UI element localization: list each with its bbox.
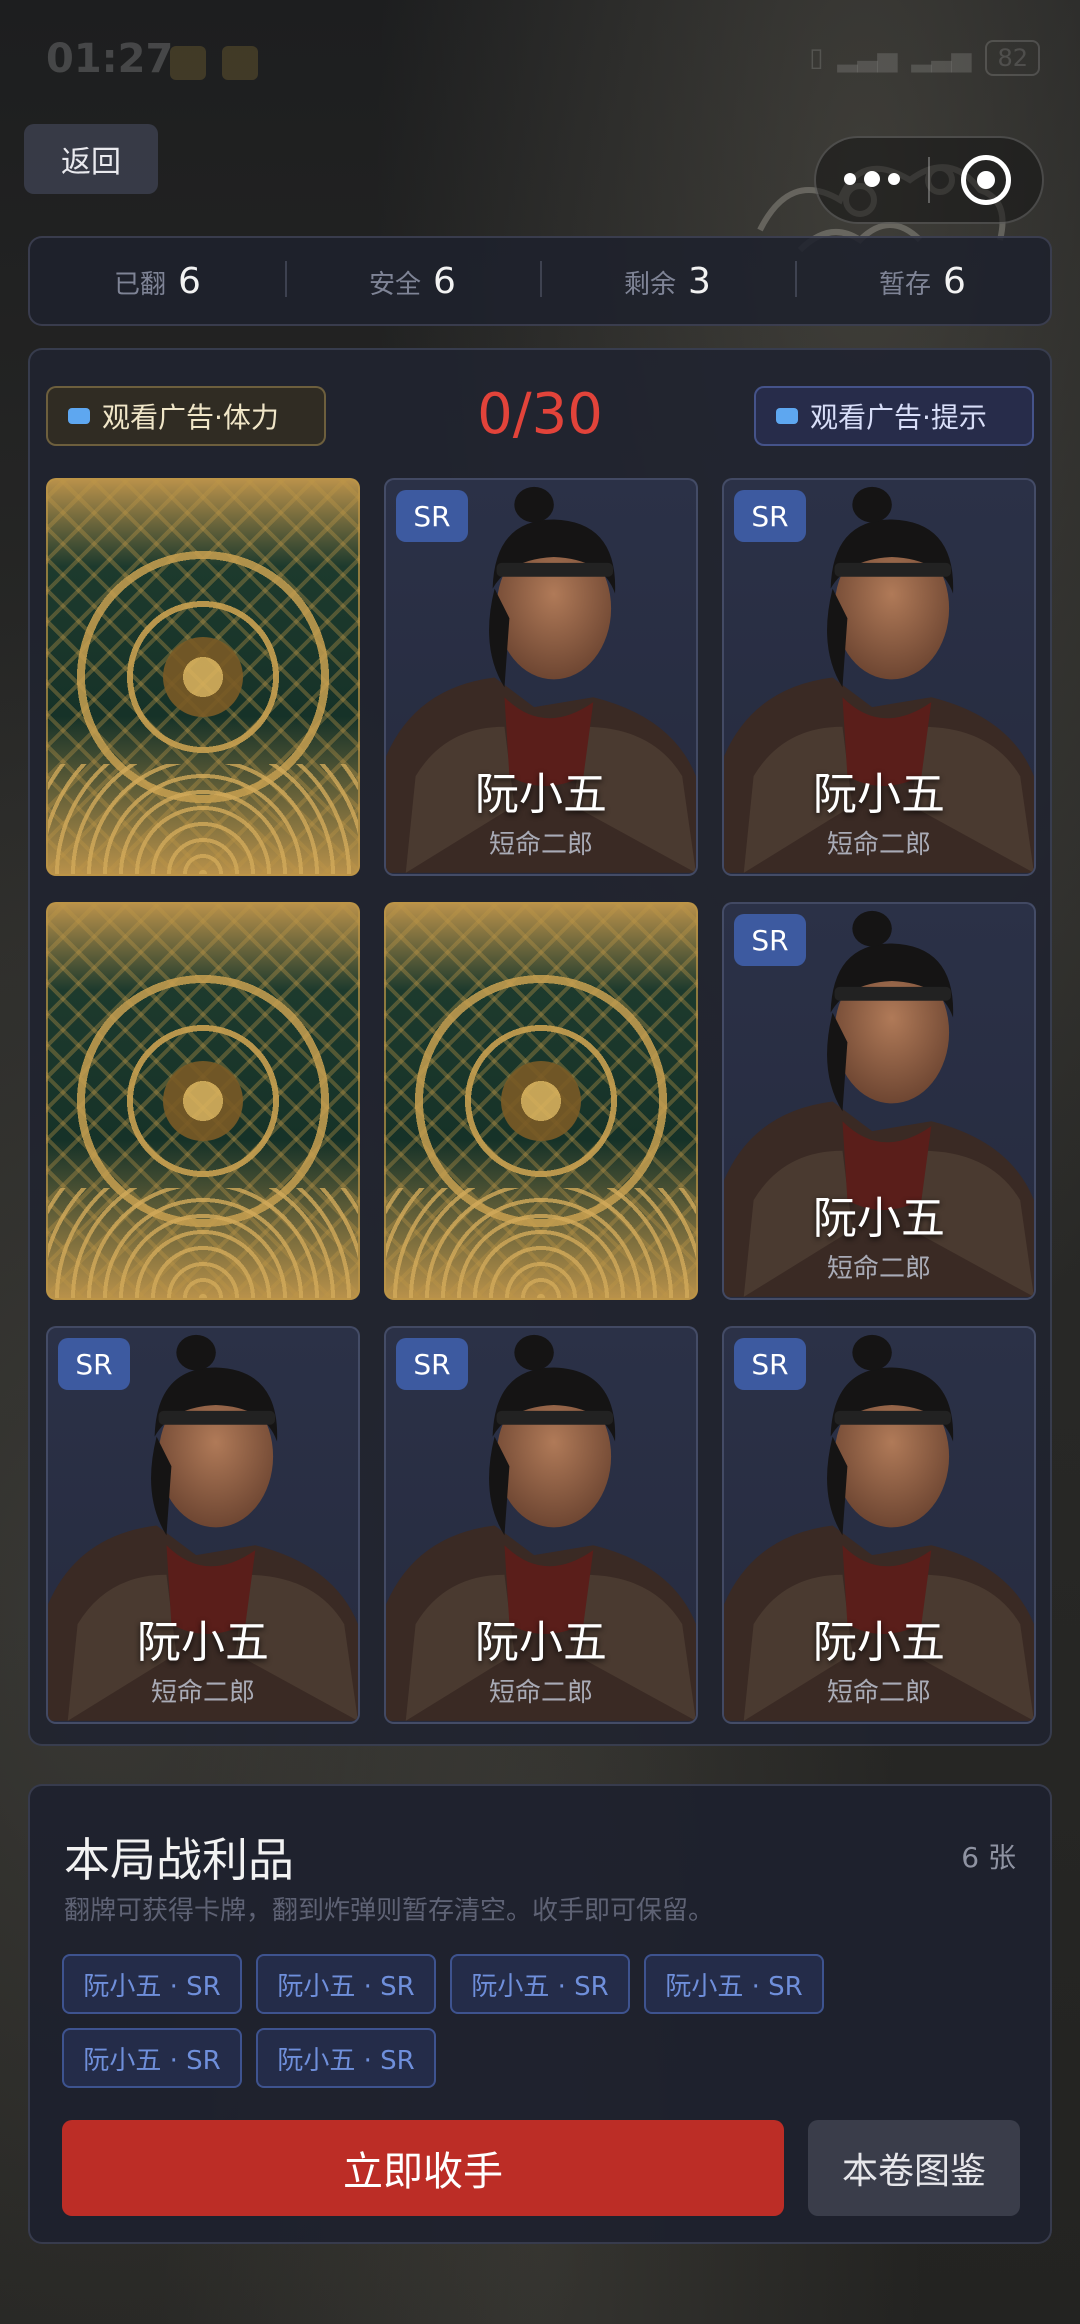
loot-items: 阮小五 · SR 阮小五 · SR 阮小五 · SR 阮小五 · SR 阮小五 · SR… bbox=[62, 1954, 862, 2088]
stat-remaining: 剩余 3 bbox=[540, 260, 795, 302]
signal-icon: ▂▃▅ bbox=[837, 43, 898, 73]
collect-now-button[interactable]: 立即收手 bbox=[62, 2120, 784, 2216]
stat-label: 已翻 bbox=[114, 269, 167, 300]
notification-icon bbox=[170, 46, 206, 80]
mini-program-capsule bbox=[814, 136, 1044, 224]
card-name: 阮小五 bbox=[813, 1193, 945, 1244]
loot-count: 6 张 bbox=[961, 1841, 1016, 1874]
rarity-badge: SR bbox=[734, 490, 806, 542]
card-face-up[interactable]: SR 阮小五 短命二郎 bbox=[722, 902, 1036, 1300]
ad-hint-label: 观看广告·提示 bbox=[810, 401, 987, 434]
more-icon[interactable] bbox=[816, 171, 928, 187]
rarity-badge: SR bbox=[734, 1338, 806, 1390]
rarity-badge: SR bbox=[734, 914, 806, 966]
close-target-icon[interactable] bbox=[930, 155, 1042, 205]
card-face-down[interactable] bbox=[46, 902, 360, 1300]
card-name: 阮小五 bbox=[475, 769, 607, 820]
wave-pattern bbox=[48, 764, 358, 874]
loot-panel: 本局战利品 6 张 翻牌可获得卡牌，翻到炸弹则暂存清空。收手即可保留。 阮小五 … bbox=[28, 1784, 1052, 2244]
ad-stamina-label: 观看广告·体力 bbox=[102, 401, 279, 434]
status-icons: ▯ ▂▃▅ ▂▃▅ 82 bbox=[809, 40, 1040, 76]
card-title: 短命二郎 bbox=[826, 1678, 931, 1708]
tv-icon bbox=[68, 408, 90, 424]
card-grid: SR 阮小五 短命二郎 SR 阮小五 短命二郎 SR 阮小五 短命二郎 SR 阮… bbox=[46, 478, 1036, 1724]
watch-ad-stamina-button[interactable]: 观看广告·体力 bbox=[46, 386, 326, 446]
stat-flipped: 已翻 6 bbox=[30, 261, 285, 302]
card-title: 短命二郎 bbox=[488, 830, 593, 860]
loot-item-tag: 阮小五 · SR bbox=[450, 1954, 630, 2014]
card-title: 短命二郎 bbox=[826, 1254, 931, 1284]
stat-value: 6 bbox=[943, 260, 966, 302]
card-face-up[interactable]: SR 阮小五 短命二郎 bbox=[722, 478, 1036, 876]
stat-safe: 安全 6 bbox=[285, 260, 540, 302]
notification-icon bbox=[222, 46, 258, 80]
back-button[interactable]: 返回 bbox=[24, 124, 158, 194]
card-face-up[interactable]: SR 阮小五 短命二郎 bbox=[46, 1326, 360, 1724]
rarity-badge: SR bbox=[58, 1338, 130, 1390]
card-face-up[interactable]: SR 阮小五 短命二郎 bbox=[384, 1326, 698, 1724]
loot-item-tag: 阮小五 · SR bbox=[62, 2028, 242, 2088]
signal-icon: ▂▃▅ bbox=[911, 43, 972, 73]
tv-icon bbox=[776, 408, 798, 424]
stat-value: 6 bbox=[178, 260, 201, 302]
stats-bar: 已翻 6 安全 6 剩余 3 暂存 6 bbox=[28, 236, 1052, 326]
tiger-emblem-icon bbox=[501, 1061, 581, 1141]
stat-stored: 暂存 6 bbox=[795, 260, 1050, 302]
loot-item-tag: 阮小五 · SR bbox=[256, 2028, 436, 2088]
rarity-badge: SR bbox=[396, 490, 468, 542]
loot-description: 翻牌可获得卡牌，翻到炸弹则暂存清空。收手即可保留。 bbox=[64, 1896, 715, 1926]
wave-pattern bbox=[48, 1188, 358, 1298]
loot-item-tag: 阮小五 · SR bbox=[62, 1954, 242, 2014]
card-face-down[interactable] bbox=[46, 478, 360, 876]
stat-label: 安全 bbox=[369, 269, 422, 300]
card-title: 短命二郎 bbox=[826, 830, 931, 860]
card-face-up[interactable]: SR 阮小五 短命二郎 bbox=[384, 478, 698, 876]
tiger-emblem-icon bbox=[163, 637, 243, 717]
tiger-emblem-icon bbox=[163, 1061, 243, 1141]
stat-value: 6 bbox=[433, 260, 456, 302]
vibrate-icon: ▯ bbox=[809, 43, 824, 73]
card-title: 短命二郎 bbox=[488, 1678, 593, 1708]
rarity-badge: SR bbox=[396, 1338, 468, 1390]
loot-item-tag: 阮小五 · SR bbox=[256, 1954, 436, 2014]
status-time: 01:27 bbox=[46, 36, 174, 82]
stat-label: 暂存 bbox=[879, 269, 932, 300]
card-name: 阮小五 bbox=[475, 1617, 607, 1668]
loot-title: 本局战利品 bbox=[64, 1833, 294, 1887]
loot-item-tag: 阮小五 · SR bbox=[644, 1954, 824, 2014]
card-name: 阮小五 bbox=[813, 769, 945, 820]
stat-value: 3 bbox=[688, 260, 711, 302]
battery-icon: 82 bbox=[985, 40, 1040, 76]
codex-button[interactable]: 本卷图鉴 bbox=[808, 2120, 1020, 2216]
watch-ad-hint-button[interactable]: 观看广告·提示 bbox=[754, 386, 1034, 446]
wave-pattern bbox=[386, 1188, 696, 1298]
card-name: 阮小五 bbox=[813, 1617, 945, 1668]
card-face-down[interactable] bbox=[384, 902, 698, 1300]
stat-label: 剩余 bbox=[624, 269, 677, 300]
card-name: 阮小五 bbox=[137, 1617, 269, 1668]
card-face-up[interactable]: SR 阮小五 短命二郎 bbox=[722, 1326, 1036, 1724]
card-board: 0/30 观看广告·体力 观看广告·提示 SR 阮小五 短命二郎 SR 阮小五 … bbox=[28, 348, 1052, 1746]
card-title: 短命二郎 bbox=[150, 1678, 255, 1708]
